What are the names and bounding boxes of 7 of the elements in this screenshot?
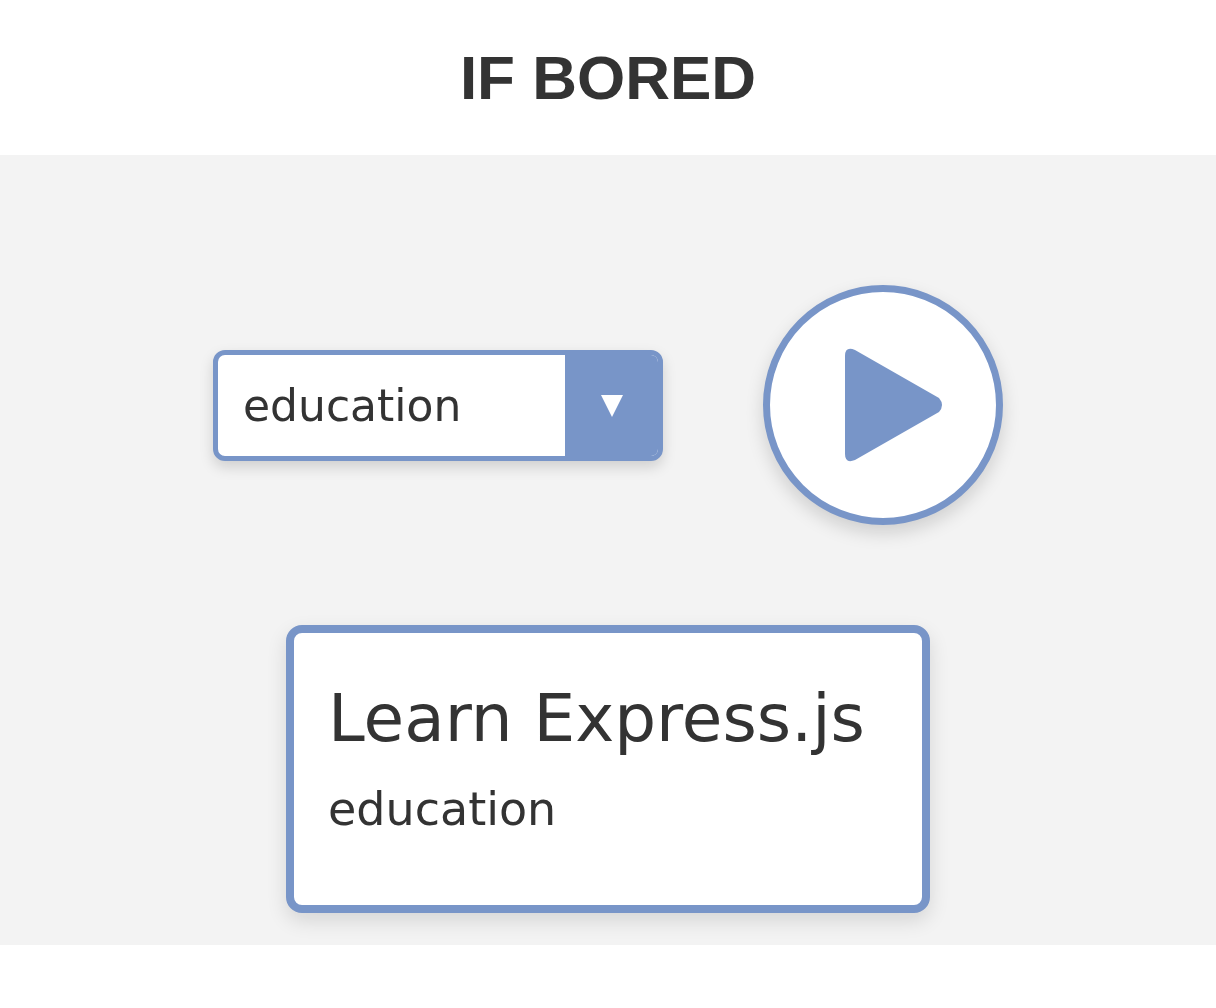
activity-title: Learn Express.js <box>328 683 866 756</box>
play-icon <box>845 348 943 462</box>
page-title: IF BORED <box>459 42 757 113</box>
activity-category: education <box>328 781 558 836</box>
category-select[interactable]: education <box>213 349 663 461</box>
select-value: education <box>242 378 463 433</box>
dropdown-caret-icon <box>599 393 624 417</box>
